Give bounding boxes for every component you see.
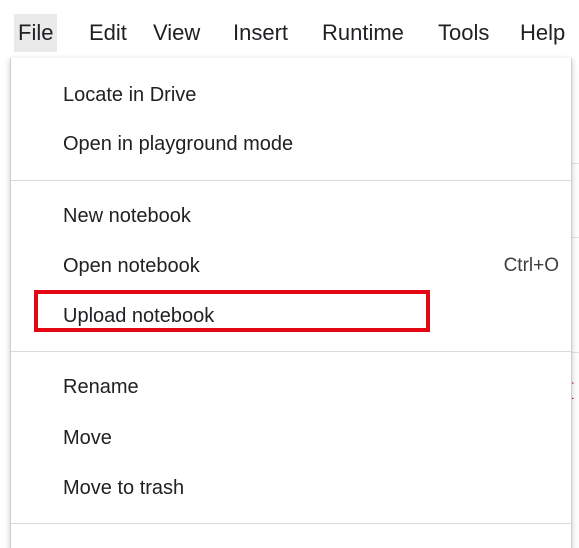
menu-help[interactable]: Help (520, 18, 565, 48)
menu-item-label: Locate in Drive (63, 84, 197, 106)
menu-item-locate-in-drive[interactable]: Locate in Drive (11, 75, 571, 115)
menu-view[interactable]: View (153, 18, 200, 48)
menu-item-open-notebook[interactable]: Open notebook Ctrl+O (11, 246, 571, 286)
menu-item-open-in-playground[interactable]: Open in playground mode (11, 124, 571, 164)
menu-tools[interactable]: Tools (438, 18, 489, 48)
menu-item-label: New notebook (63, 205, 191, 227)
menu-item-new-notebook[interactable]: New notebook (11, 196, 571, 236)
menu-item-label: Open in playground mode (63, 133, 294, 155)
menu-item-rename[interactable]: Rename (11, 367, 571, 407)
menu-bar: File Edit View Insert Runtime Tools Help (0, 0, 579, 62)
menu-separator (11, 523, 571, 524)
menu-item-label: Move (63, 427, 112, 449)
menu-edit[interactable]: Edit (89, 18, 127, 48)
menu-item-shortcut: Ctrl+O (503, 255, 559, 276)
menu-item-label: Rename (63, 376, 139, 398)
colab-screen: I File Edit View Insert Runtime Tools He… (0, 0, 579, 548)
menu-file[interactable]: File (14, 14, 58, 52)
menu-insert[interactable]: Insert (233, 18, 288, 48)
menu-item-move-to-trash[interactable]: Move to trash (11, 468, 571, 508)
menu-runtime[interactable]: Runtime (322, 18, 404, 48)
menu-item-move[interactable]: Move (11, 418, 571, 458)
menu-item-label: Move to trash (63, 477, 185, 499)
menu-item-label: Open notebook (63, 255, 200, 277)
file-menu-dropdown: Locate in Drive Open in playground mode … (10, 58, 572, 548)
menu-separator (11, 351, 571, 352)
highlight-annotation-box (34, 290, 430, 332)
menu-separator (11, 180, 571, 181)
